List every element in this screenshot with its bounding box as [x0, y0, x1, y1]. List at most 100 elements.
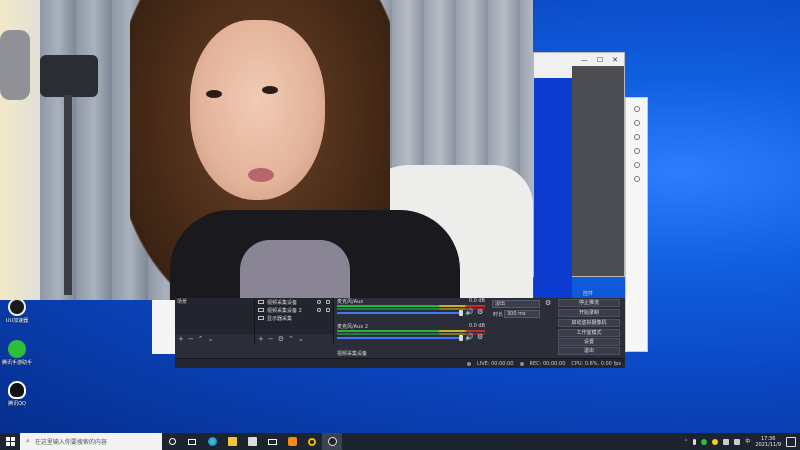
remove-icon[interactable]: − — [188, 335, 194, 343]
duration-input[interactable]: 300 ms — [504, 310, 540, 318]
taskbar-edge[interactable] — [202, 433, 222, 450]
minimize-icon[interactable]: — — [581, 56, 588, 64]
source-name: 视频采集设备 — [267, 299, 298, 306]
obs-icon — [327, 437, 337, 446]
up-icon[interactable]: ⌃ — [288, 335, 294, 343]
microphone — [0, 30, 30, 100]
close-icon[interactable]: ✕ — [612, 56, 618, 64]
mixer-channel-name: 麦克风/Aux — [337, 299, 364, 305]
desktop: UU加速器 腾讯手游助手 腾讯QQ — ☐ ✕ 场景 + − ⌃ ⌄ 视频采集设… — [0, 0, 800, 433]
desktop-icon-uu[interactable]: UU加速器 — [2, 298, 32, 324]
volume-icon[interactable] — [734, 438, 741, 445]
edge-icon — [207, 437, 217, 446]
remove-icon[interactable]: − — [268, 335, 274, 343]
lamp-stand — [64, 95, 72, 295]
eye-icon[interactable] — [317, 308, 321, 312]
game-assistant-icon — [8, 340, 26, 358]
circle-icon[interactable] — [633, 148, 640, 154]
network-icon[interactable] — [723, 438, 730, 445]
taskbar-explorer[interactable] — [222, 433, 242, 450]
taskbar-mail[interactable] — [262, 433, 282, 450]
add-icon[interactable]: + — [258, 335, 264, 343]
taskbar-task-view[interactable] — [182, 433, 202, 450]
person-eye — [262, 86, 278, 94]
mixer-channel: 麦克风/Aux 0.0 dB 🔊 ⚙ — [335, 298, 487, 316]
audio-meter — [337, 330, 485, 332]
chevron-up-icon[interactable]: ⌃ — [684, 439, 688, 445]
window-edge — [152, 298, 175, 354]
camera-icon — [258, 300, 264, 304]
lock-icon[interactable] — [326, 308, 330, 312]
add-icon[interactable]: + — [178, 335, 184, 343]
transition-select[interactable]: 淡出 — [492, 300, 540, 308]
gear-icon[interactable]: ⚙ — [477, 309, 484, 316]
side-toolbar-window[interactable] — [625, 97, 648, 352]
desktop-icon-game-assistant[interactable]: 腾讯手游助手 — [2, 340, 32, 366]
up-icon[interactable]: ⌃ — [198, 335, 204, 343]
exit-button[interactable]: 退出 — [558, 347, 620, 355]
taskbar-obs[interactable] — [322, 433, 342, 450]
window-titlebar: — ☐ ✕ — [534, 53, 624, 66]
mixer-channel: 麦克风/Aux 2 0.0 dB 🔊 ⚙ — [335, 323, 487, 341]
circle-icon[interactable] — [633, 120, 640, 126]
app-tray-icon[interactable] — [712, 438, 719, 445]
circle-icon[interactable] — [633, 176, 640, 182]
stop-streaming-button[interactable]: 停止推流 — [558, 299, 620, 307]
cpu-stats: CPU: 0.6%, 0.00 fps — [571, 360, 621, 367]
desktop-icon-qq[interactable]: 腾讯QQ — [2, 381, 32, 407]
search-placeholder: 在这里输入你要搜索的内容 — [34, 439, 107, 446]
taskbar-cortana[interactable] — [162, 433, 182, 450]
taskbar-app-yellow[interactable] — [302, 433, 322, 450]
start-button[interactable] — [0, 433, 20, 450]
clock-date: 2021/11/9 — [755, 441, 781, 448]
desktop-icon-label: UU加速器 — [5, 318, 29, 324]
windows-logo-icon — [5, 437, 15, 446]
speaker-icon[interactable]: 🔊 — [465, 334, 474, 341]
app-tray-icon[interactable] — [701, 438, 708, 445]
background-window[interactable]: — ☐ ✕ — [533, 52, 625, 323]
monitor-icon — [258, 316, 264, 320]
source-name: 显示器采集 — [267, 315, 293, 322]
source-item[interactable]: 视频采集设备 2 — [255, 306, 333, 314]
controls-header: 控件 — [583, 291, 594, 297]
taskbar-app-orange[interactable] — [282, 433, 302, 450]
source-item[interactable]: 视频采集设备 — [255, 298, 333, 306]
volume-slider[interactable]: 🔊 ⚙ — [337, 309, 485, 316]
circle-icon[interactable] — [633, 162, 640, 168]
mixer-channel-name: 麦克风/Aux 2 — [337, 324, 369, 330]
down-icon[interactable]: ⌄ — [298, 335, 304, 343]
gear-icon[interactable]: ⚙ — [545, 299, 551, 307]
circle-icon[interactable] — [633, 134, 640, 140]
sources-toolbar: + − ⚙ ⌃ ⌄ — [255, 334, 333, 344]
desktop-icon-label: 腾讯手游助手 — [2, 360, 33, 366]
volume-slider[interactable]: 🔊 ⚙ — [337, 334, 485, 341]
gear-icon[interactable]: ⚙ — [278, 335, 284, 343]
lock-icon[interactable] — [326, 300, 330, 304]
down-icon[interactable]: ⌄ — [208, 335, 214, 343]
gear-icon[interactable]: ⚙ — [477, 334, 484, 341]
obs-window[interactable]: 场景 + − ⌃ ⌄ 视频采集设备 视频采集设备 2 显示器采集 + − ⚙ ⌃… — [175, 291, 625, 368]
eye-icon[interactable] — [317, 300, 321, 304]
settings-button[interactable]: 设置 — [558, 338, 620, 346]
webcam-preview — [0, 0, 533, 300]
source-name: 视频采集设备 2 — [267, 307, 302, 314]
ime-language[interactable]: 中 — [745, 438, 750, 445]
clock[interactable]: 17:36 2021/11/9 — [755, 436, 781, 448]
sources-panel: 视频采集设备 视频采集设备 2 显示器采集 + − ⚙ ⌃ ⌄ — [255, 298, 334, 344]
desktop-icon-label: 腾讯QQ — [8, 401, 26, 407]
mixer-channel-level: 0.0 dB — [468, 323, 485, 329]
notification-icon[interactable] — [786, 436, 796, 447]
search-box[interactable]: ⌕ 在这里输入你要搜索的内容 — [20, 433, 162, 450]
start-virtual-camera-button[interactable]: 启动虚拟摄像机 — [558, 319, 620, 327]
studio-mode-button[interactable]: 工作室模式 — [558, 329, 620, 337]
maximize-icon[interactable]: ☐ — [597, 56, 603, 64]
search-icon: ⌕ — [26, 437, 30, 445]
circle-icon[interactable] — [633, 106, 640, 112]
app-ring-icon — [308, 437, 316, 446]
mic-tray-icon[interactable] — [693, 438, 697, 445]
speaker-icon[interactable]: 🔊 — [465, 309, 474, 316]
taskbar-store[interactable] — [242, 433, 262, 450]
source-item[interactable]: 显示器采集 — [255, 314, 333, 322]
start-recording-button[interactable]: 开始录制 — [558, 309, 620, 317]
live-timer: LIVE: 00:00:00 — [476, 360, 514, 367]
